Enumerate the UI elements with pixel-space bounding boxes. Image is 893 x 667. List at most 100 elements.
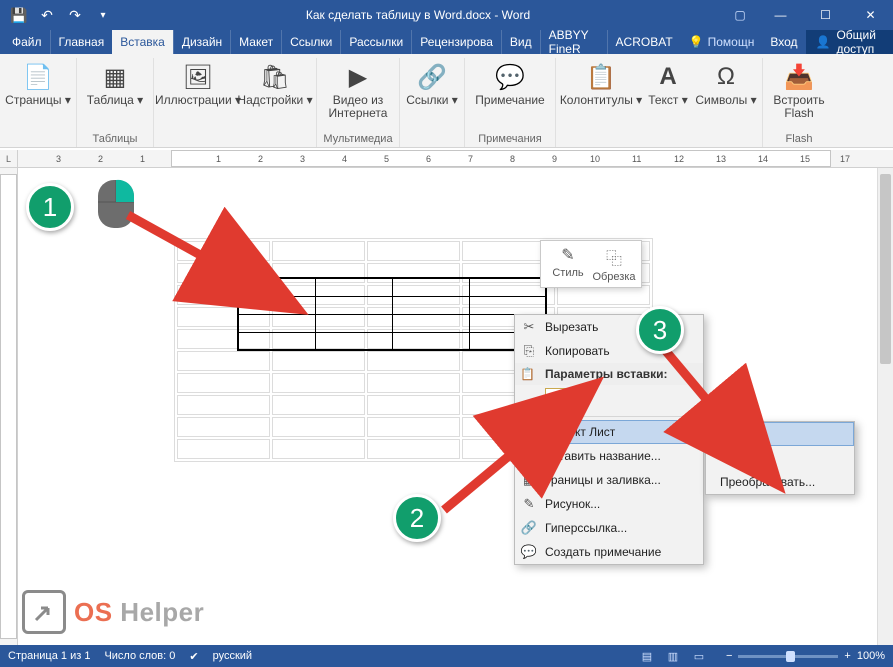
submenu-open-label: Открыть bbox=[720, 451, 767, 465]
copy-icon: ⎘ bbox=[520, 343, 538, 359]
vertical-scrollbar[interactable] bbox=[877, 168, 893, 645]
ctx-picture-label: Рисунок... bbox=[545, 497, 600, 511]
tab-abbyy[interactable]: ABBYY FineR bbox=[540, 30, 607, 54]
tab-mailings[interactable]: Рассылки bbox=[340, 30, 411, 54]
paste-option-keep-source[interactable]: 📋 bbox=[545, 388, 567, 410]
tab-insert[interactable]: Вставка bbox=[112, 30, 173, 54]
symbols-button[interactable]: Ω Символы ▾ bbox=[696, 60, 756, 122]
context-menu: ✂ Вырезать ⎘ Копировать 📋 Параметры вста… bbox=[514, 314, 704, 565]
ctx-paste-title-label: Параметры вставки: bbox=[545, 367, 668, 381]
zoom-out-button[interactable]: − bbox=[726, 650, 732, 662]
ctx-borders-shading[interactable]: ▦ Границы и заливка... bbox=[515, 468, 703, 492]
vertical-ruler[interactable] bbox=[0, 168, 18, 645]
tab-design[interactable]: Дизайн bbox=[173, 30, 230, 54]
ctx-hyperlink[interactable]: 🔗 Гиперссылка... bbox=[515, 516, 703, 540]
window-controls: — ☐ ✕ bbox=[758, 0, 893, 30]
sign-in-button[interactable]: Вход bbox=[762, 30, 805, 54]
ribbon-tabs: Файл Главная Вставка Дизайн Макет Ссылки… bbox=[0, 30, 893, 54]
online-video-button[interactable]: ▶ Видео из Интернета bbox=[323, 60, 393, 122]
tab-file[interactable]: Файл bbox=[4, 30, 50, 54]
embed-flash-button[interactable]: 📥 Встроить Flash bbox=[769, 60, 829, 122]
proofing-icon[interactable]: ✔ bbox=[189, 650, 198, 663]
status-bar: Страница 1 из 1 Число слов: 0 ✔ русский … bbox=[0, 645, 893, 667]
submenu-open[interactable]: Открыть bbox=[706, 446, 854, 470]
group-flash: 📥 Встроить Flash Flash bbox=[763, 58, 835, 147]
ribbon-display-options-button[interactable]: ▢ bbox=[722, 0, 758, 30]
ctx-link-label: Гиперссылка... bbox=[545, 521, 627, 535]
tab-references[interactable]: Ссылки bbox=[281, 30, 340, 54]
mouse-graphic bbox=[96, 178, 136, 230]
zoom-value[interactable]: 100% bbox=[857, 650, 885, 662]
comment-button[interactable]: 💬 Примечание bbox=[471, 60, 549, 122]
illustrations-label: Иллюстрации bbox=[155, 94, 232, 107]
maximize-button[interactable]: ☐ bbox=[803, 0, 848, 30]
tab-acrobat[interactable]: ACROBAT bbox=[607, 30, 681, 54]
zoom-in-button[interactable]: + bbox=[844, 650, 850, 662]
video-icon: ▶ bbox=[342, 62, 374, 92]
addins-button[interactable]: 🛍 Надстройки ▾ bbox=[240, 60, 310, 122]
mini-crop-label: Обрезка bbox=[592, 271, 635, 283]
pages-button[interactable]: 📄 Страницы ▾ bbox=[6, 60, 70, 122]
redo-button[interactable]: ↷ bbox=[64, 4, 86, 26]
view-web-layout[interactable]: ▭ bbox=[686, 645, 712, 667]
view-print-layout[interactable]: ▥ bbox=[660, 645, 686, 667]
ruler-corner[interactable]: L bbox=[0, 150, 18, 168]
inner-table[interactable] bbox=[237, 277, 547, 351]
flash-icon: 📥 bbox=[783, 62, 815, 92]
ctx-picture[interactable]: ✎ Рисунок... bbox=[515, 492, 703, 516]
mini-crop-button[interactable]: ⿻ Обрезка bbox=[591, 245, 637, 283]
illustrations-button[interactable]: 🖼 Иллюстрации ▾ bbox=[160, 60, 236, 122]
group-links-label bbox=[406, 133, 458, 147]
addins-icon: 🛍 bbox=[259, 62, 291, 92]
tab-layout[interactable]: Макет bbox=[230, 30, 281, 54]
ctx-insert-caption[interactable]: 🏷 Вставить название... bbox=[515, 444, 703, 468]
submenu-convert[interactable]: Преобразовать... bbox=[706, 470, 854, 494]
tab-review[interactable]: Рецензирова bbox=[411, 30, 501, 54]
document-area[interactable] bbox=[18, 168, 893, 645]
save-button[interactable]: 💾 bbox=[8, 4, 30, 26]
mini-style-label: Стиль bbox=[552, 267, 583, 279]
undo-button[interactable]: ↶ bbox=[36, 4, 58, 26]
horizontal-ruler[interactable]: 3 2 1 1 2 3 4 5 6 7 8 9 10 11 12 13 14 1… bbox=[18, 150, 893, 168]
table-button[interactable]: ▦ Таблица ▾ bbox=[83, 60, 147, 122]
mini-toolbar: ✎ Стиль ⿻ Обрезка bbox=[540, 240, 642, 288]
group-media: ▶ Видео из Интернета Мультимедиа bbox=[317, 58, 400, 147]
pages-icon: 📄 bbox=[22, 62, 54, 92]
scrollbar-thumb[interactable] bbox=[880, 174, 891, 364]
text-button[interactable]: A Текст ▾ bbox=[644, 60, 692, 122]
customize-qat-button[interactable]: ▾ bbox=[92, 4, 114, 26]
scissors-icon: ✂ bbox=[520, 319, 538, 335]
table-icon: ▦ bbox=[99, 62, 131, 92]
group-pages-label bbox=[6, 133, 70, 147]
status-word-count[interactable]: Число слов: 0 bbox=[104, 650, 175, 662]
submenu-edit[interactable]: Правка bbox=[706, 422, 854, 446]
symbols-label: Символы bbox=[695, 94, 747, 107]
status-page[interactable]: Страница 1 из 1 bbox=[8, 650, 90, 662]
text-icon: A bbox=[652, 62, 684, 92]
ctx-paste-options: 📋 bbox=[515, 385, 703, 413]
view-read-mode[interactable]: ▤ bbox=[634, 645, 660, 667]
status-language[interactable]: русский bbox=[213, 650, 252, 662]
crop-icon: ⿻ bbox=[606, 245, 622, 269]
ctx-object-sheet[interactable]: Объект Лист ▶ bbox=[515, 420, 703, 444]
ctx-separator bbox=[517, 416, 701, 417]
minimize-button[interactable]: — bbox=[758, 0, 803, 30]
share-button[interactable]: 👤 Общий доступ bbox=[806, 30, 893, 54]
header-footer-button[interactable]: 📋 Колонтитулы ▾ bbox=[562, 60, 640, 122]
tell-me-search[interactable]: 💡 Помощн bbox=[681, 30, 763, 54]
group-illustrations-addins: 🖼 Иллюстрации ▾ 🛍 Надстройки ▾ bbox=[154, 58, 317, 147]
view-buttons: ▤ ▥ ▭ bbox=[634, 645, 712, 667]
mini-style-button[interactable]: ✎ Стиль bbox=[545, 245, 591, 283]
links-icon: 🔗 bbox=[416, 62, 448, 92]
group-hts-label bbox=[562, 133, 756, 147]
close-button[interactable]: ✕ bbox=[848, 0, 893, 30]
submenu-convert-label: Преобразовать... bbox=[720, 475, 815, 489]
new-comment-icon: 💬 bbox=[520, 544, 538, 560]
tab-home[interactable]: Главная bbox=[50, 30, 113, 54]
ctx-new-comment[interactable]: 💬 Создать примечание bbox=[515, 540, 703, 564]
zoom-slider[interactable] bbox=[738, 655, 838, 658]
zoom-slider-thumb[interactable] bbox=[786, 651, 795, 662]
tab-view[interactable]: Вид bbox=[501, 30, 540, 54]
links-button[interactable]: 🔗 Ссылки ▾ bbox=[406, 60, 458, 122]
ctx-paste-options-title: 📋 Параметры вставки: bbox=[515, 363, 703, 385]
